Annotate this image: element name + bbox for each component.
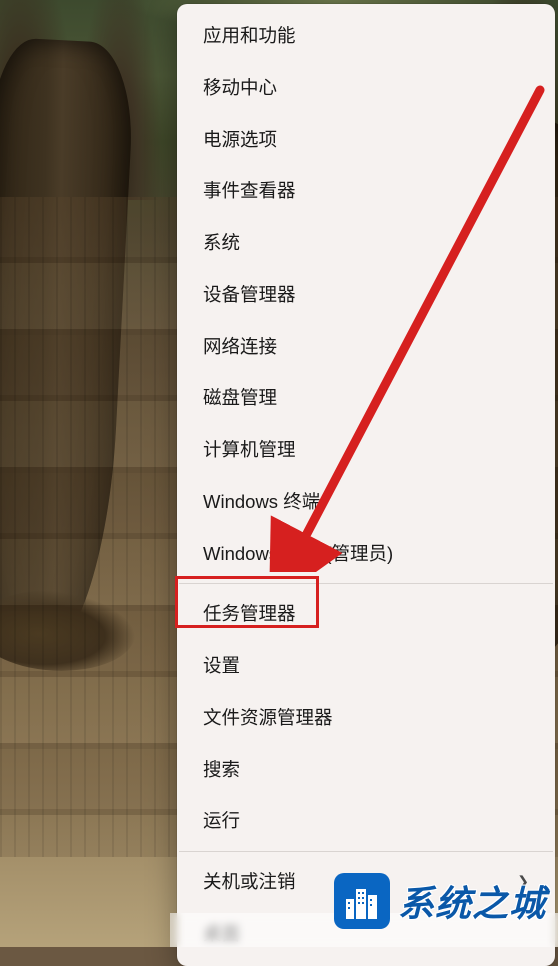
menu-item-label: 移动中心 [203, 74, 277, 102]
menu-item-settings[interactable]: 设置 [177, 640, 555, 692]
menu-item-label: 网络连接 [203, 333, 277, 361]
menu-item-label: 关机或注销 [203, 868, 296, 896]
menu-item-label: 搜索 [203, 756, 240, 784]
menu-item-label: 文件资源管理器 [203, 704, 333, 732]
menu-item-mobility-center[interactable]: 移动中心 [177, 62, 555, 114]
menu-item-computer-management[interactable]: 计算机管理 [177, 424, 555, 476]
menu-item-disk-management[interactable]: 磁盘管理 [177, 372, 555, 424]
winx-context-menu: 应用和功能 移动中心 电源选项 事件查看器 系统 设备管理器 网络连接 磁盘管理… [177, 4, 555, 966]
menu-item-task-manager[interactable]: 任务管理器 [177, 588, 555, 640]
menu-divider [179, 583, 553, 584]
menu-item-label: Windows 终端 [203, 488, 320, 516]
menu-item-windows-terminal[interactable]: Windows 终端 [177, 476, 555, 528]
watermark: 系统之城 [334, 873, 546, 929]
city-buildings-icon [334, 873, 390, 929]
menu-item-label: 设置 [203, 652, 240, 680]
menu-item-device-manager[interactable]: 设备管理器 [177, 269, 555, 321]
menu-item-power-options[interactable]: 电源选项 [177, 114, 555, 166]
menu-item-network-connections[interactable]: 网络连接 [177, 321, 555, 373]
menu-item-label: 设备管理器 [203, 281, 296, 309]
menu-divider [179, 851, 553, 852]
watermark-text: 系统之城 [398, 875, 546, 927]
menu-item-label: 计算机管理 [203, 436, 296, 464]
menu-item-file-explorer[interactable]: 文件资源管理器 [177, 692, 555, 744]
menu-item-label: 系统 [203, 229, 240, 257]
menu-item-label: 电源选项 [203, 126, 277, 154]
menu-item-label: 任务管理器 [203, 600, 296, 628]
menu-item-run[interactable]: 运行 [177, 795, 555, 847]
menu-item-label: 运行 [203, 807, 240, 835]
menu-item-search[interactable]: 搜索 [177, 744, 555, 796]
menu-item-system[interactable]: 系统 [177, 217, 555, 269]
menu-item-label: 事件查看器 [203, 177, 296, 205]
wallpaper-tree-left [0, 37, 136, 663]
menu-item-label: 应用和功能 [203, 22, 296, 50]
menu-item-windows-terminal-admin[interactable]: Windows 终端 (管理员) [177, 528, 555, 580]
menu-item-event-viewer[interactable]: 事件查看器 [177, 165, 555, 217]
menu-item-label: Windows 终端 (管理员) [203, 540, 393, 568]
menu-item-label: 磁盘管理 [203, 384, 277, 412]
menu-item-apps-features[interactable]: 应用和功能 [177, 10, 555, 62]
